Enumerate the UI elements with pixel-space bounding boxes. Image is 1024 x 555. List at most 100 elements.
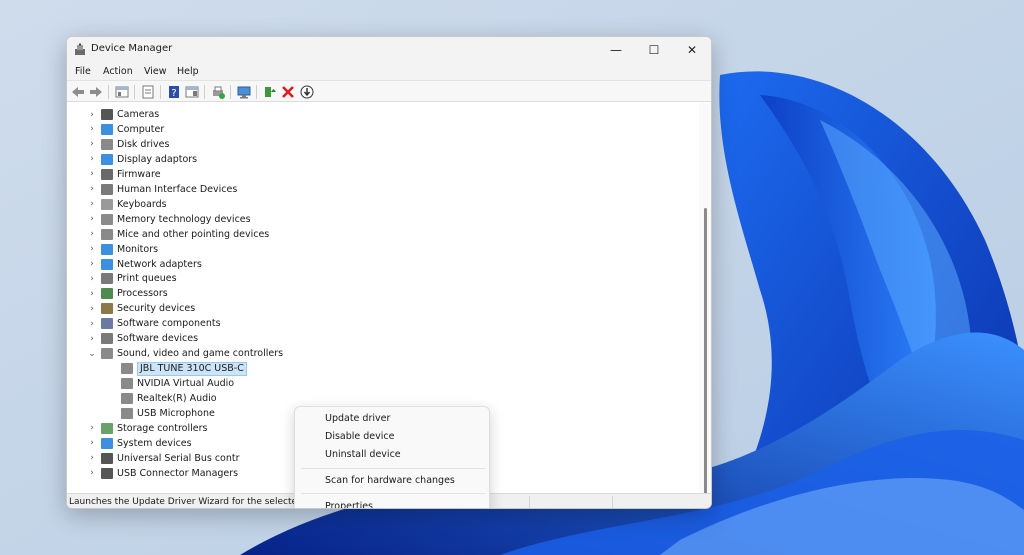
menu-file[interactable]: File (75, 66, 91, 77)
chevron-right-icon[interactable]: › (87, 319, 97, 329)
tree-category[interactable]: › Computer (87, 122, 164, 137)
camera-icon (101, 109, 113, 120)
tree-category[interactable]: › Storage controllers (87, 421, 207, 436)
close-button[interactable]: ✕ (673, 37, 711, 63)
tree-category[interactable]: › Software devices (87, 331, 198, 346)
ctx-separator (301, 468, 485, 469)
keyboard-icon (101, 198, 113, 210)
chevron-right-icon[interactable]: › (87, 139, 97, 149)
chevron-right-icon[interactable]: › (87, 453, 97, 463)
tree-item-label: Keyboards (117, 198, 167, 210)
toolbar-separator (108, 85, 109, 99)
status-divider (529, 496, 530, 508)
help-icon[interactable]: ? (166, 84, 182, 100)
tree-category[interactable]: › Mice and other pointing devices (87, 227, 269, 242)
minimize-button[interactable]: — (597, 37, 635, 63)
mouse-icon (101, 228, 113, 240)
tree-device[interactable]: JBL TUNE 310C USB-C (117, 361, 247, 376)
tree-category[interactable]: › USB Connector Managers (87, 466, 238, 481)
chevron-right-icon[interactable]: › (87, 468, 97, 478)
chevron-right-icon[interactable]: › (87, 169, 97, 179)
chevron-down-icon[interactable]: ⌄ (87, 349, 97, 359)
device-manager-window: Device Manager — ✕ ☐ File Action View He… (66, 36, 712, 509)
chevron-right-icon[interactable]: › (87, 423, 97, 433)
printer-icon (101, 273, 113, 285)
update-driver-icon[interactable] (262, 84, 278, 100)
maximize-button[interactable]: ☐ (635, 37, 673, 63)
speaker-icon (121, 378, 133, 390)
chevron-right-icon[interactable]: › (87, 199, 97, 209)
vertical-scrollbar[interactable] (699, 103, 711, 508)
print-icon[interactable] (210, 84, 226, 100)
chevron-right-icon[interactable]: › (87, 154, 97, 164)
menu-bar: File Action View Help (67, 63, 711, 80)
ctx-update-driver[interactable]: Update driver (325, 413, 390, 424)
back-icon[interactable] (70, 84, 86, 100)
chevron-right-icon[interactable]: › (87, 214, 97, 224)
usb-icon (101, 467, 113, 479)
software-device-icon (101, 333, 113, 345)
uninstall-icon[interactable] (280, 84, 296, 100)
tree-item-label: Disk drives (117, 138, 170, 150)
tree-category[interactable]: › Display adaptors (87, 152, 197, 167)
tree-item-label: Cameras (117, 109, 160, 120)
tree-device[interactable]: USB Microphone (117, 406, 215, 421)
ctx-properties[interactable]: Properties (325, 501, 373, 508)
tree-item-label: Storage controllers (117, 422, 208, 434)
tree-category[interactable]: › Keyboards (87, 197, 167, 212)
tree-category[interactable]: › Processors (87, 286, 168, 301)
firmware-icon (101, 168, 113, 180)
tree-item-label: JBL TUNE 310C USB-C (140, 363, 244, 375)
software-component-icon (101, 318, 113, 330)
chevron-right-icon[interactable]: › (87, 110, 97, 120)
tree-category[interactable]: › Memory technology devices (87, 212, 251, 227)
chevron-right-icon[interactable]: › (87, 124, 97, 134)
tree-category[interactable]: › Human Interface Devices (87, 182, 237, 197)
tree-category[interactable]: › Cameras (87, 107, 159, 122)
chevron-right-icon[interactable]: › (87, 304, 97, 314)
tree-item-label: USB Connector Managers (117, 467, 239, 479)
tree-category[interactable]: ⌄ Sound, video and game controllers (87, 346, 283, 361)
chevron-right-icon[interactable]: › (87, 244, 97, 254)
tree-category[interactable]: › Software components (87, 316, 221, 331)
storage-icon (101, 422, 113, 434)
chevron-right-icon[interactable]: › (87, 259, 97, 269)
tree-category[interactable]: › Disk drives (87, 137, 169, 152)
svg-text:?: ? (171, 88, 176, 99)
chevron-right-icon[interactable]: › (87, 229, 97, 239)
ctx-disable-device[interactable]: Disable device (325, 431, 394, 442)
ctx-uninstall-device[interactable]: Uninstall device (325, 449, 401, 460)
tree-item-label: Sound, video and game controllers (117, 348, 284, 360)
properties-icon[interactable] (140, 84, 156, 100)
tree-category[interactable]: › Monitors (87, 242, 158, 257)
chevron-right-icon[interactable]: › (87, 438, 97, 448)
tree-category[interactable]: › Security devices (87, 301, 195, 316)
tree-category[interactable]: › Network adapters (87, 257, 202, 272)
menu-view[interactable]: View (144, 66, 167, 77)
action-pane-icon[interactable] (184, 84, 200, 100)
disable-icon[interactable] (299, 84, 315, 100)
forward-icon[interactable] (88, 84, 104, 100)
tree-category[interactable]: › Firmware (87, 167, 161, 182)
tree-device[interactable]: Realtek(R) Audio (117, 391, 217, 406)
console-tree-icon[interactable] (114, 84, 130, 100)
tree-item-label: Print queues (117, 273, 177, 285)
menu-action[interactable]: Action (103, 66, 133, 77)
chevron-right-icon[interactable]: › (87, 334, 97, 344)
processor-icon (101, 288, 113, 300)
tree-category[interactable]: › Universal Serial Bus contr (87, 451, 240, 466)
security-icon (101, 303, 113, 315)
title-bar[interactable]: Device Manager — ✕ ☐ (67, 37, 711, 63)
ctx-scan-hardware[interactable]: Scan for hardware changes (325, 475, 455, 486)
chevron-right-icon[interactable]: › (87, 274, 97, 284)
tree-device[interactable]: NVIDIA Virtual Audio (117, 376, 234, 391)
tree-category[interactable]: › Print queues (87, 271, 177, 286)
scan-hardware-icon[interactable] (236, 84, 252, 100)
menu-help[interactable]: Help (177, 66, 199, 77)
speaker-icon (121, 408, 133, 419)
scrollbar-thumb[interactable] (704, 208, 707, 508)
tree-item-label: Software components (117, 318, 221, 330)
tree-category[interactable]: › System devices (87, 436, 192, 451)
chevron-right-icon[interactable]: › (87, 184, 97, 194)
chevron-right-icon[interactable]: › (87, 289, 97, 299)
